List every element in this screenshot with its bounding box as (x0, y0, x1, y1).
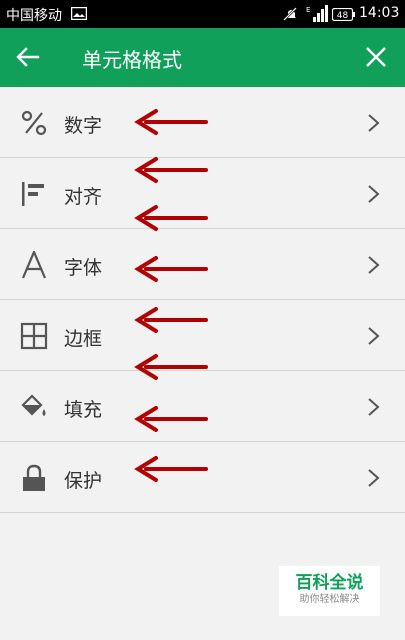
watermark-logo: 百科全说 助你轻松解决 (279, 566, 380, 616)
annotation-arrow-icon (134, 256, 208, 282)
annotation-arrow-icon (134, 109, 208, 135)
battery-icon: 48 (332, 8, 355, 21)
annotation-arrow-icon (134, 157, 208, 183)
annotation-arrow-icon (134, 307, 208, 333)
annotation-arrow-icon (134, 354, 208, 380)
close-icon[interactable] (364, 45, 388, 69)
svg-text:E: E (306, 6, 310, 14)
app-header: 单元格格式 (0, 28, 405, 87)
annotation-arrow-icon (134, 456, 208, 482)
annotation-arrow-icon (134, 406, 208, 432)
fill-bucket-icon (21, 394, 46, 416)
chevron-right-icon (368, 114, 380, 132)
menu-item-label: 字体 (64, 257, 103, 279)
status-bar: 中国移动 E 48 14:03 (0, 0, 405, 28)
lock-icon (23, 464, 45, 491)
menu-item-label: 填充 (64, 399, 103, 421)
border-icon (20, 322, 48, 350)
align-icon (22, 182, 44, 206)
back-arrow-icon[interactable] (16, 45, 40, 69)
menu-item-label: 数字 (64, 115, 103, 137)
chevron-right-icon (368, 185, 380, 203)
battery-level: 48 (337, 11, 349, 21)
page-title: 单元格格式 (82, 48, 182, 72)
image-icon (71, 7, 87, 20)
menu-item-label: 对齐 (64, 186, 103, 208)
menu-item-label: 保护 (64, 470, 103, 492)
font-icon (21, 251, 47, 279)
mute-icon (283, 7, 297, 21)
chevron-right-icon (368, 469, 380, 487)
chevron-right-icon (368, 256, 380, 274)
chevron-right-icon (368, 398, 380, 416)
annotation-arrow-icon (134, 205, 208, 231)
signal-icon: E (306, 5, 328, 22)
percent-icon (21, 110, 47, 136)
format-menu: 数字 对齐 字体 边框 填充 保护 (0, 87, 405, 513)
carrier-name: 中国移动 (6, 8, 62, 24)
menu-item-label: 边框 (64, 328, 103, 350)
watermark-title: 百科全说 (295, 573, 364, 593)
chevron-right-icon (368, 327, 380, 345)
watermark-subtitle: 助你轻松解决 (299, 594, 360, 605)
clock: 14:03 (359, 5, 400, 21)
